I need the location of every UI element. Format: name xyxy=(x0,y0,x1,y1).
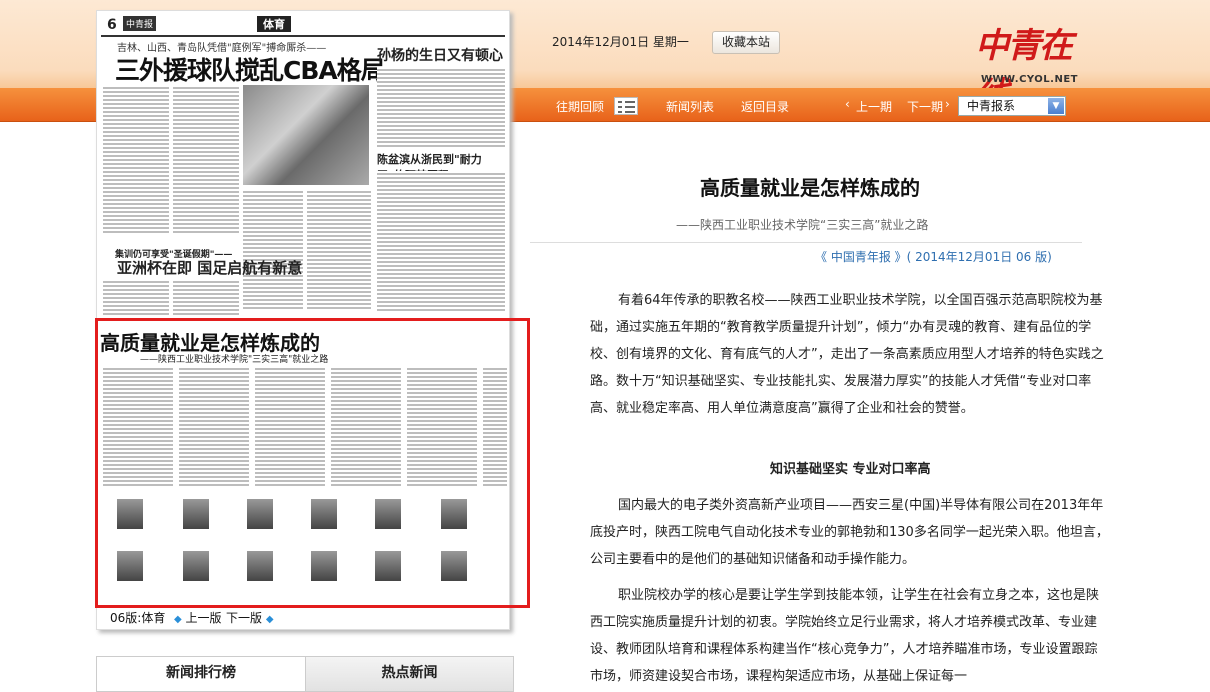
article-source[interactable]: 《 中国青年报 》( 2014年12月01日 06 版) xyxy=(815,248,1052,265)
chevron-down-icon: ▼ xyxy=(1048,98,1064,114)
basketball-photo xyxy=(243,85,369,185)
news-tabs: 新闻排行榜 热点新闻 xyxy=(96,656,514,692)
next-page-link[interactable]: 下一版 ◆ xyxy=(226,609,274,626)
article-paragraph: 有着64年传承的职教名校——陕西工业职业技术学院，以全国百强示范高职院校为基础，… xyxy=(590,293,1104,416)
paper-select[interactable]: 中青报系 ▼ xyxy=(958,96,1066,116)
page-masthead xyxy=(101,15,505,37)
paper-tag: 中青报 xyxy=(123,16,157,31)
news-list-link[interactable]: 新闻列表 xyxy=(666,98,714,115)
page-label: 06版:体育 xyxy=(110,611,166,625)
text-block xyxy=(173,85,239,235)
left-arrow-icon: ◆ xyxy=(174,614,182,625)
prev-page-label: 上一版 xyxy=(185,611,222,625)
prev-page-link[interactable]: ◆ 上一版 xyxy=(174,609,222,626)
text-block xyxy=(173,279,239,315)
prev-issue-link[interactable]: 上一期 xyxy=(856,98,892,115)
current-date: 2014年12月01日 星期一 xyxy=(552,35,689,49)
tab-hot-news[interactable]: 热点新闻 xyxy=(305,657,513,691)
article-paragraph: 职业院校办学的核心是要让学生学到技能本领，让学生在社会有立身之本，这也是陕西工院… xyxy=(590,588,1100,684)
tab-news-ranking[interactable]: 新闻排行榜 xyxy=(97,657,305,691)
page-article-subtitle: ——陕西工业职业技术学院"三实三高"就业之路 xyxy=(140,355,329,365)
text-block xyxy=(307,189,371,309)
site-logo[interactable]: 中青在线 WWW.CYOL.NET xyxy=(975,18,1080,115)
favorite-button[interactable]: 收藏本站 xyxy=(712,31,780,54)
logo-en-text: WWW.CYOL.NET xyxy=(981,74,1078,85)
headline-mid: 亚洲杯在即 国足启航有新意 xyxy=(117,259,303,277)
paper-select-value: 中青报系 xyxy=(967,99,1016,113)
page-number: 6 xyxy=(107,17,117,33)
headline-main: 三外援球队搅乱CBA格局 xyxy=(115,56,386,85)
section-heading: 知识基础坚实 专业对口率高 xyxy=(770,462,931,477)
article-title: 高质量就业是怎样炼成的 xyxy=(700,176,920,200)
right-arrow-icon: ◆ xyxy=(265,614,274,625)
divider xyxy=(530,242,1082,243)
text-block xyxy=(103,85,169,235)
text-block xyxy=(377,67,505,147)
past-issues-link[interactable]: 往期回顾 xyxy=(556,98,604,115)
prev-issue-arrow-icon: ‹ xyxy=(845,97,850,111)
text-block xyxy=(103,279,169,315)
article-subtitle: ——陕西工业职业技术学院“三实三高”就业之路 xyxy=(676,218,929,232)
next-issue-arrow-icon: › xyxy=(945,97,950,111)
page-section: 体育 xyxy=(257,16,291,32)
grid-menu-icon[interactable] xyxy=(614,97,638,115)
text-block xyxy=(377,171,505,311)
article-paragraph: 国内最大的电子类外资高新产业项目——西安三星(中国)半导体有限公司在2013年年… xyxy=(590,498,1109,567)
next-issue-link[interactable]: 下一期 xyxy=(907,98,943,115)
next-page-label: 下一版 xyxy=(226,611,263,625)
back-to-contents-link[interactable]: 返回目录 xyxy=(741,98,789,115)
text-block xyxy=(243,189,303,309)
